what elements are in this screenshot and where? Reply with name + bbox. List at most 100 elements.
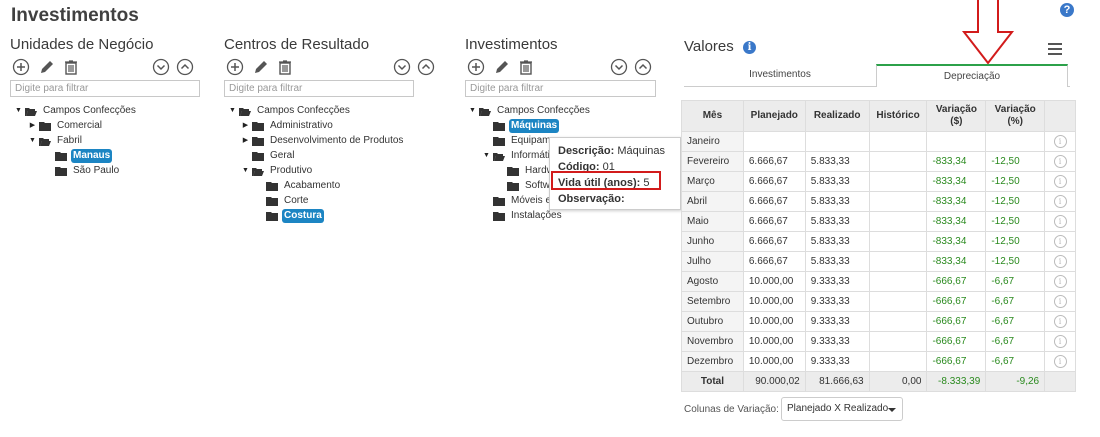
caret-right-icon[interactable]: ▶ (241, 134, 250, 148)
tree-node[interactable]: ▼ Campos Confecções (228, 104, 352, 118)
caret-down-icon[interactable]: ▼ (482, 149, 491, 163)
tree-node[interactable]: Corte (255, 194, 310, 208)
table-cell: 6.666,67 (742, 151, 806, 172)
table-cell: 9.333,33 (804, 271, 870, 292)
tree-node[interactable]: Costura (255, 209, 324, 223)
collapse-icon[interactable] (152, 58, 170, 76)
tree-node[interactable]: ▼ Campos Confecções (468, 104, 592, 118)
centros-title: Centros de Resultado (224, 36, 370, 53)
expand-icon[interactable] (634, 58, 652, 76)
info-icon[interactable]: i (1053, 175, 1067, 188)
info-icon[interactable]: i (1053, 215, 1067, 228)
table-row: Junho 6.666,67 5.833,33 -833,34 -12,50 i (681, 231, 1076, 252)
expand-icon[interactable] (417, 58, 435, 76)
caret-down-icon[interactable]: ▼ (228, 104, 237, 118)
tree-node[interactable]: Equipam (482, 134, 552, 148)
info-icon[interactable]: i (1053, 255, 1067, 268)
total-cell: 0,00 (868, 371, 928, 392)
tree-node[interactable]: Móveis e (482, 194, 553, 208)
table-cell: -6,67 (985, 291, 1046, 312)
tree-node[interactable]: ▼ Informáti (482, 149, 552, 163)
table-cell: Junho (681, 231, 744, 252)
folder-open-icon (25, 107, 37, 116)
edit-icon[interactable] (493, 58, 511, 76)
info-icon[interactable]: i (1053, 155, 1067, 168)
tree-node[interactable]: Geral (241, 149, 296, 163)
caret-down-icon[interactable]: ▼ (241, 164, 250, 178)
tree-node[interactable]: Instalações (482, 209, 564, 223)
table-row: Dezembro 10.000,00 9.333,33 -666,67 -6,67 i (681, 351, 1076, 372)
caret-right-icon[interactable]: ▶ (241, 119, 250, 133)
tree-node[interactable]: Máquinas (482, 119, 560, 133)
total-cell: Total (681, 371, 744, 392)
info-icon[interactable]: i (1053, 195, 1067, 208)
table-cell: 5.833,33 (804, 151, 870, 172)
info-icon[interactable]: i (1053, 315, 1067, 328)
tree-node[interactable]: Manaus (44, 149, 113, 163)
table-cell (926, 131, 987, 152)
info-icon[interactable]: i (1053, 135, 1067, 148)
tree-node[interactable]: ▼ Produtivo (241, 164, 314, 178)
caret-down-icon[interactable]: ▼ (468, 104, 477, 118)
table-cell: 5.833,33 (804, 231, 870, 252)
centros-filter-input[interactable] (224, 80, 414, 97)
investimentos-filter-input[interactable] (465, 80, 656, 97)
col-historico: Histórico (868, 100, 928, 132)
tree-node[interactable]: ▶ Comercial (28, 119, 104, 133)
info-icon[interactable]: i (1053, 235, 1067, 248)
row-info-cell: i (1044, 231, 1076, 252)
folder-icon (252, 121, 264, 131)
table-cell: -833,34 (926, 211, 987, 232)
collapse-icon[interactable] (610, 58, 628, 76)
table-cell: 5.833,33 (804, 251, 870, 272)
table-cell: Setembro (681, 291, 744, 312)
variation-columns-select[interactable]: Planejado X Realizado (781, 397, 903, 421)
tree-node[interactable]: ▶ Desenvolvimento de Produtos (241, 134, 405, 148)
caret-down-icon (888, 408, 896, 412)
caret-right-icon[interactable]: ▶ (28, 119, 37, 133)
table-cell: 5.833,33 (804, 211, 870, 232)
table-cell: 9.333,33 (804, 351, 870, 372)
add-icon[interactable] (226, 58, 244, 76)
col-variacao-pct: Variação (%) (985, 100, 1046, 132)
investimentos-toolbar (465, 56, 656, 78)
tree-node[interactable]: ▼ Fabril (28, 134, 84, 148)
unidades-filter-input[interactable] (10, 80, 200, 97)
edit-icon[interactable] (38, 58, 56, 76)
tree-node[interactable]: Hardw (496, 164, 556, 178)
total-cell (1044, 371, 1076, 392)
info-icon[interactable]: i (1053, 275, 1067, 288)
tree-node[interactable]: ▶ Administrativo (241, 119, 335, 133)
add-icon[interactable] (467, 58, 485, 76)
row-info-cell: i (1044, 191, 1076, 212)
add-icon[interactable] (12, 58, 30, 76)
info-icon[interactable]: i (1053, 295, 1067, 308)
table-cell: 10.000,00 (742, 311, 806, 332)
delete-icon[interactable] (276, 58, 294, 76)
tree-node[interactable]: Acabamento (255, 179, 342, 193)
caret-down-icon[interactable]: ▼ (28, 134, 37, 148)
tab-depreciacao[interactable]: Depreciação (876, 64, 1068, 87)
tree-node[interactable]: São Paulo (44, 164, 121, 178)
table-cell: 10.000,00 (742, 291, 806, 312)
table-row: Março 6.666,67 5.833,33 -833,34 -12,50 i (681, 171, 1076, 192)
info-icon[interactable]: i (1053, 355, 1067, 368)
info-icon[interactable]: i (743, 41, 756, 54)
menu-icon[interactable] (1048, 43, 1062, 58)
expand-icon[interactable] (176, 58, 194, 76)
table-row: Novembro 10.000,00 9.333,33 -666,67 -6,67 i (681, 331, 1076, 352)
annotation-arrow-icon (961, 0, 1015, 65)
table-cell: 10.000,00 (742, 351, 806, 372)
caret-down-icon[interactable]: ▼ (14, 104, 23, 118)
investimentos-panel: Investimentos ▼Campos Confecções Máquina… (465, 36, 656, 221)
collapse-icon[interactable] (393, 58, 411, 76)
help-icon[interactable]: ? (1060, 3, 1074, 17)
tab-investimentos[interactable]: Investimentos (684, 64, 876, 87)
delete-icon[interactable] (517, 58, 535, 76)
info-icon[interactable]: i (1053, 335, 1067, 348)
table-cell: -833,34 (926, 231, 987, 252)
table-cell (868, 211, 928, 232)
tree-node[interactable]: ▼ Campos Confecções (14, 104, 138, 118)
delete-icon[interactable] (62, 58, 80, 76)
edit-icon[interactable] (252, 58, 270, 76)
